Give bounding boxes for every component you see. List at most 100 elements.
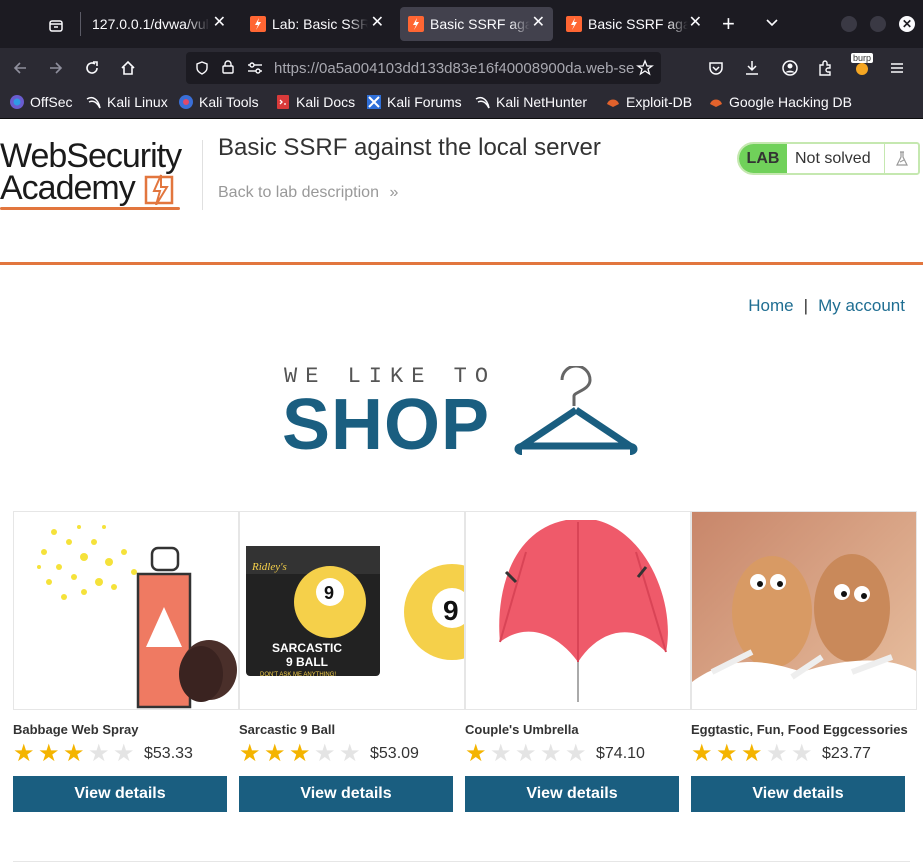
product-rating-row: ★ ★ ★ ★ ★ $53.09 [239,741,465,767]
content-divider [13,861,910,862]
product-grid: Babbage Web Spray ★ ★ ★ ★ ★ $53.33 View deta… [13,511,923,831]
exploit-db-icon [605,94,621,110]
bookmark-kali-forums[interactable]: Kali Forums [366,94,462,110]
url-text: https://0a5a004103dd133d83e16f40008900da… [274,60,634,77]
back-arrow-icon[interactable] [8,56,32,80]
shop-banner: WE LIKE TO SHOP [282,364,644,465]
minimize-icon[interactable] [841,16,857,32]
offsec-icon [9,94,25,110]
logo-line-1: WebSecurity [0,137,182,175]
tab-close-icon[interactable]: ✕ [371,15,384,31]
kali-dragon-icon [86,94,102,110]
maximize-icon[interactable] [870,16,886,32]
star-empty-icon: ★ [113,740,135,767]
star-filled-icon: ★ [13,740,35,767]
ball-number-large: 9 [443,595,459,626]
product-card: Ridley's 9 SARCASTIC 9 BALL DON'T ASK ME… [239,511,465,812]
nav-separator: | [803,296,809,315]
bookmark-star-icon[interactable] [636,59,654,82]
tracking-shield-icon[interactable] [194,60,210,81]
lab-title: Basic SSRF against the local server [218,134,601,161]
product-name: Babbage Web Spray [13,722,139,737]
hanger-icon [514,364,638,463]
web-security-academy-logo[interactable]: WebSecurity Academy [0,137,182,210]
star-empty-icon: ★ [791,740,813,767]
firefox-view-icon[interactable] [40,10,72,42]
product-rating-row: ★ ★ ★ ★ ★ $74.10 [465,741,691,767]
home-link[interactable]: Home [748,296,793,315]
url-bar[interactable]: https://0a5a004103dd133d83e16f40008900da… [186,52,661,84]
bookmark-kali-tools[interactable]: Kali Tools [178,94,259,110]
downloads-icon[interactable] [740,56,764,80]
product-image-sarcastic-9-ball[interactable]: Ridley's 9 SARCASTIC 9 BALL DON'T ASK ME… [239,511,465,710]
star-empty-icon: ★ [515,740,537,767]
star-filled-icon: ★ [63,740,85,767]
product-image-web-spray[interactable] [13,511,239,710]
header-divider [202,140,203,210]
star-empty-icon: ★ [339,740,361,767]
view-details-button[interactable]: View details [13,776,227,812]
star-filled-icon: ★ [38,740,60,767]
product-price: $74.10 [596,745,645,762]
lock-icon[interactable] [220,59,236,80]
product-name: Sarcastic 9 Ball [239,722,336,737]
product-image-couples-umbrella[interactable] [465,511,691,710]
close-window-icon[interactable]: ✕ [899,16,915,32]
pocket-icon[interactable] [704,56,728,80]
logo-line-2: Academy [0,169,181,207]
lab-status-text: Not solved [795,149,871,167]
bookmark-kali-nethunter[interactable]: Kali NetHunter [475,94,587,110]
product-image-eggtastic[interactable] [691,511,917,710]
extensions-icon[interactable] [813,56,837,80]
bookmark-offsec[interactable]: OffSec [9,94,73,110]
account-icon[interactable] [778,56,802,80]
product-rating-row: ★ ★ ★ ★ ★ $23.77 [691,741,917,767]
list-all-tabs-icon[interactable] [764,14,780,35]
burp-extension-icon[interactable]: burp [850,52,874,76]
star-rating: ★ ★ ★ ★ ★ [691,740,816,767]
star-filled-icon: ★ [239,740,261,767]
permissions-icon[interactable] [246,60,264,81]
bookmark-kali-docs[interactable]: Kali Docs [275,94,355,110]
tab-dvwa[interactable]: 127.0.0.1/dvwa/vulnerabilities ✕ [84,7,234,41]
bookmark-google-hacking-db[interactable]: Google Hacking DB [708,94,852,110]
star-empty-icon: ★ [88,740,110,767]
burp-label: burp [850,53,873,63]
star-filled-icon: ★ [716,740,738,767]
new-tab-icon[interactable]: + [722,12,735,36]
product-price: $23.77 [822,745,871,762]
hamburger-menu-icon[interactable] [885,56,909,80]
star-empty-icon: ★ [314,740,336,767]
product-card: Eggtastic, Fun, Food Eggcessories ★ ★ ★ ★ ★ … [691,511,917,812]
view-details-button[interactable]: View details [691,776,905,812]
lab-badge: LAB [739,144,787,173]
tab-close-icon[interactable]: ✕ [532,15,545,31]
portswigger-favicon-icon [408,16,424,32]
bookmark-kali-linux[interactable]: Kali Linux [86,94,168,110]
tab-ssrf-active[interactable]: Basic SSRF against the local server ✕ [400,7,553,41]
tab-ssrf[interactable]: Basic SSRF against the local server ✕ [558,7,710,41]
box-title-1: SARCASTIC [272,641,342,655]
tab-close-icon[interactable]: ✕ [689,15,702,31]
my-account-link[interactable]: My account [818,296,905,315]
view-details-button[interactable]: View details [465,776,679,812]
forward-arrow-icon[interactable] [44,56,68,80]
reload-icon[interactable] [80,56,104,80]
tab-close-icon[interactable]: ✕ [213,15,226,31]
star-rating: ★ ★ ★ ★ ★ [239,740,364,767]
product-price: $53.33 [144,745,193,762]
bookmark-exploit-db[interactable]: Exploit-DB [605,94,692,110]
star-filled-icon: ★ [465,740,487,767]
home-icon[interactable] [116,56,140,80]
tab-bar: 127.0.0.1/dvwa/vulnerabilities ✕ Lab: Ba… [0,0,923,48]
portswigger-favicon-icon [250,16,266,32]
web-page: WebSecurity Academy Basic SSRF against t… [0,120,923,866]
banner-word: SHOP [282,385,491,465]
view-details-button[interactable]: View details [239,776,453,812]
ghdb-icon [708,94,724,110]
bookmark-label: Kali Docs [296,94,356,110]
back-to-lab-description-link[interactable]: Back to lab description » [218,184,398,202]
tab-title: Basic SSRF against the local server [588,16,688,32]
logo-line-2-text: Academy [0,169,136,207]
tab-lab[interactable]: Lab: Basic SSRF against ✕ [242,7,392,41]
